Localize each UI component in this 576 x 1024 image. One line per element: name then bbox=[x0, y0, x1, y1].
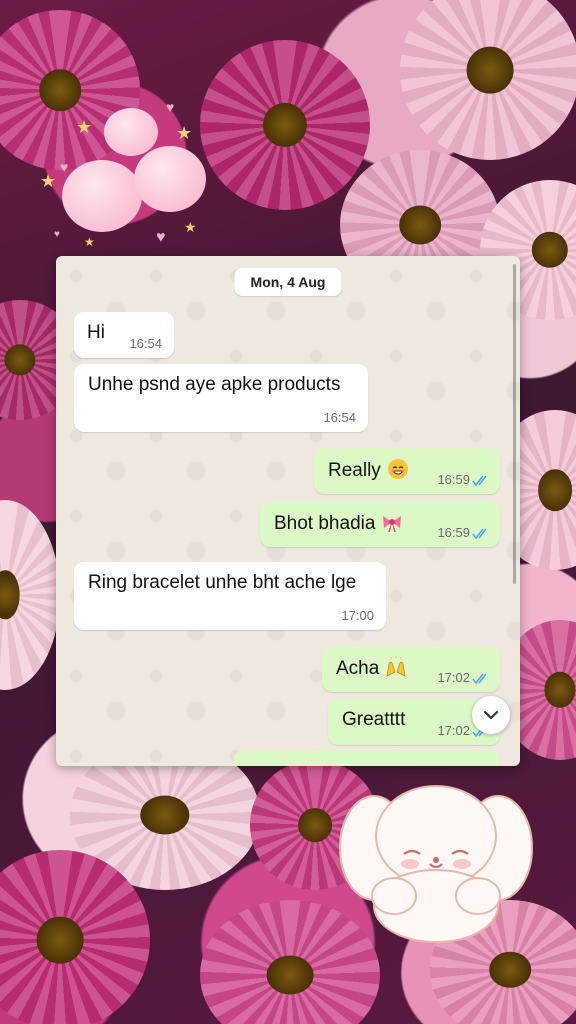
message-time: 16:54 bbox=[323, 410, 356, 425]
flower-decoration bbox=[0, 500, 60, 690]
date-separator: Mon, 4 Aug bbox=[234, 268, 342, 296]
message-time: 16:59 bbox=[437, 472, 470, 487]
message-text: Ring bracelet unhe bht ache lge bbox=[88, 572, 357, 593]
heart-icon: ♥ bbox=[156, 229, 166, 246]
scroll-to-bottom-button[interactable] bbox=[472, 696, 510, 734]
message-time: 17:02 bbox=[437, 723, 470, 738]
outgoing-message[interactable]: Acha 17:02 bbox=[322, 646, 500, 692]
outgoing-message[interactable]: Bhot bhadia 16:59 bbox=[260, 501, 500, 547]
scrollbar[interactable] bbox=[513, 264, 516, 584]
star-icon: ★ bbox=[76, 117, 93, 137]
message-time: 16:54 bbox=[129, 336, 162, 351]
incoming-message[interactable]: Unhe psnd aye apke products 16:54 bbox=[74, 364, 368, 432]
outgoing-message[interactable]: Really 16:59 bbox=[314, 448, 500, 494]
message-text: Greatttt bbox=[342, 709, 406, 730]
story-background: ★ ★ ★ ★ ★ ♥ ♥ ♥ ♥ Mon, 4 Aug Hi 16:54 Un… bbox=[0, 0, 576, 1024]
heart-icon: ♥ bbox=[166, 99, 175, 115]
raising-hands-icon bbox=[386, 656, 406, 677]
ribbon-icon bbox=[383, 516, 402, 532]
message-text: Really bbox=[328, 460, 381, 481]
incoming-message[interactable]: Hi 16:54 bbox=[74, 312, 174, 358]
message-text: Unhe psnd aye apke products bbox=[88, 374, 341, 395]
flower-decoration bbox=[200, 40, 370, 210]
message-text: Hi bbox=[87, 322, 105, 343]
star-icon: ★ bbox=[84, 235, 95, 249]
chat-screenshot: Mon, 4 Aug Hi 16:54 Unhe psnd aye apke p… bbox=[56, 256, 520, 766]
message-content: Really bbox=[328, 458, 409, 482]
message-content: Acha bbox=[336, 656, 407, 680]
star-icon: ★ bbox=[40, 171, 57, 191]
double-check-icon bbox=[472, 475, 487, 487]
star-icon: ★ bbox=[184, 219, 197, 235]
heart-icon: ♥ bbox=[60, 159, 69, 175]
double-check-icon bbox=[472, 673, 487, 685]
puppy-sticker bbox=[339, 785, 533, 943]
star-icon: ★ bbox=[176, 123, 193, 143]
grinning-face-icon bbox=[387, 459, 408, 479]
message-time: 16:59 bbox=[437, 525, 470, 540]
heart-icon: ♥ bbox=[54, 229, 60, 240]
message-text: Bhot bhadia bbox=[274, 513, 376, 534]
incoming-message[interactable]: Ring bracelet unhe bht ache lge 17:00 bbox=[74, 562, 386, 630]
outgoing-message-partial[interactable] bbox=[234, 750, 500, 766]
message-time: 17:00 bbox=[341, 608, 374, 623]
message-time: 17:02 bbox=[437, 670, 470, 685]
message-text: Acha bbox=[336, 658, 380, 679]
message-content: Bhot bhadia bbox=[274, 511, 403, 535]
flower-decoration bbox=[400, 0, 576, 160]
double-check-icon bbox=[472, 528, 487, 540]
chevron-down-icon bbox=[483, 710, 499, 720]
